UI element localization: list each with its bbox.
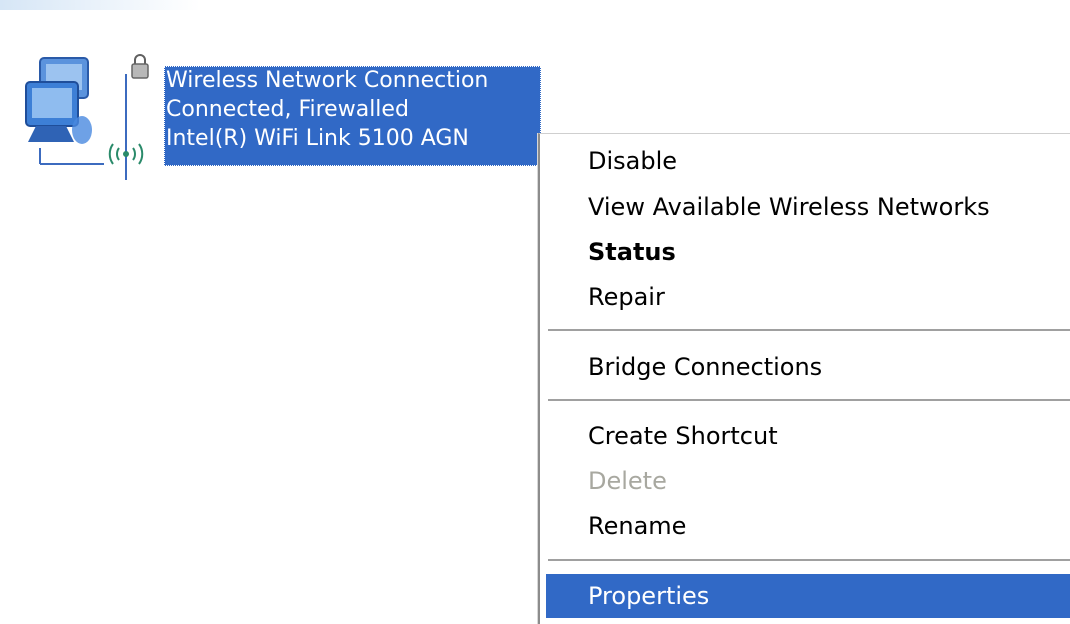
menu-item-view-available-wireless-networks[interactable]: View Available Wireless Networks xyxy=(546,185,1070,229)
menu-item-properties[interactable]: Properties xyxy=(546,574,1070,618)
menu-item-rename[interactable]: Rename xyxy=(546,504,1070,548)
lock-icon xyxy=(131,54,149,79)
connection-name: Wireless Network Connection xyxy=(166,68,489,93)
menu-item-disable[interactable]: Disable xyxy=(546,139,1070,183)
menu-separator xyxy=(548,329,1070,331)
top-gradient-strip xyxy=(0,0,200,10)
connection-status: Connected, Firewalled xyxy=(166,97,409,122)
menu-item-bridge-connections[interactable]: Bridge Connections xyxy=(546,345,1070,389)
menu-separator xyxy=(548,399,1070,401)
menu-item-repair[interactable]: Repair xyxy=(546,275,1070,319)
wireless-network-connection-icon[interactable] xyxy=(22,52,152,182)
menu-item-status[interactable]: Status xyxy=(546,230,1070,274)
desktop-window-area: Wireless Network Connection Connected, F… xyxy=(0,0,1070,624)
context-menu: Disable View Available Wireless Networks… xyxy=(538,133,1070,624)
menu-item-delete: Delete xyxy=(588,467,667,495)
connection-label-selected[interactable]: Wireless Network Connection Connected, F… xyxy=(164,66,541,166)
connection-adapter: Intel(R) WiFi Link 5100 AGN xyxy=(166,126,469,151)
menu-item-create-shortcut[interactable]: Create Shortcut xyxy=(546,414,1070,458)
menu-separator xyxy=(548,559,1070,561)
network-computers-icon xyxy=(25,54,149,180)
